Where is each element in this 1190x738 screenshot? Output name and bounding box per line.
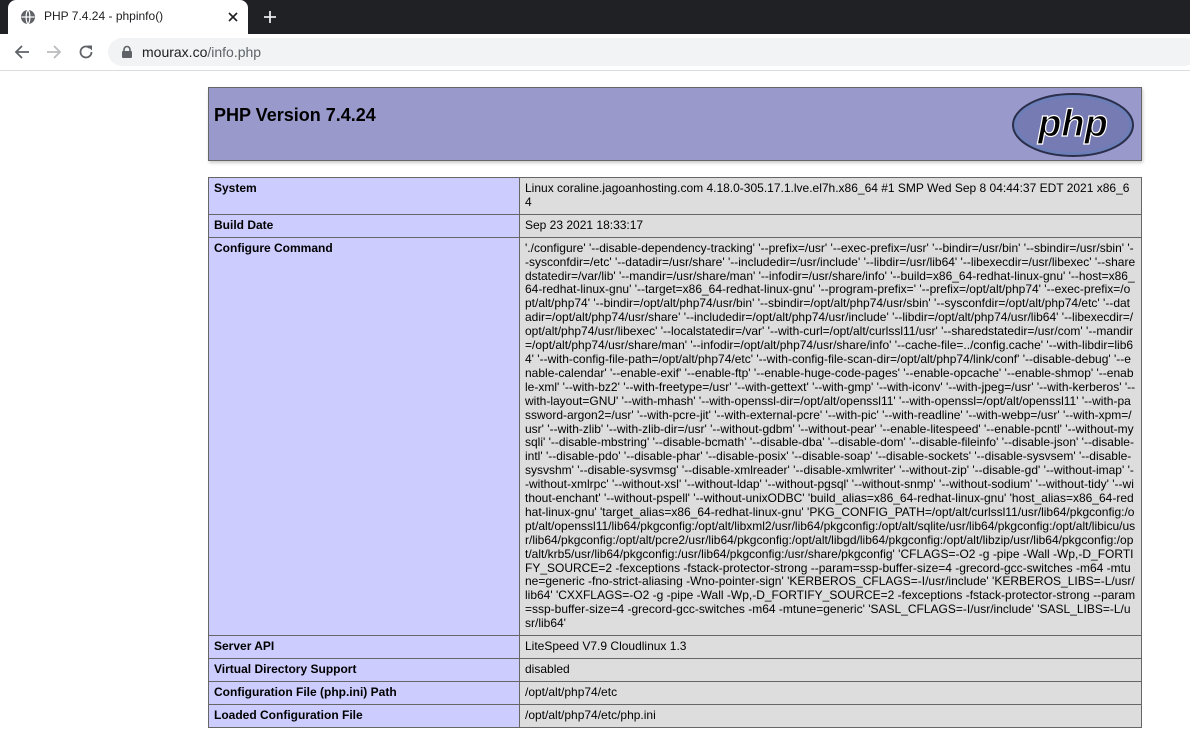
url-text[interactable]: mourax.co/info.php [142, 44, 261, 60]
back-arrow-icon[interactable] [11, 41, 33, 63]
php-logo-text: php [1037, 103, 1108, 145]
globe-icon [20, 9, 36, 25]
row-value: /opt/alt/php74/etc/php.ini [519, 703, 1142, 728]
browser-tab[interactable]: PHP 7.4.24 - phpinfo() [8, 0, 248, 34]
tab-strip: PHP 7.4.24 - phpinfo() [0, 0, 1190, 34]
row-key: Virtual Directory Support [208, 658, 520, 682]
row-value: Linux coraline.jagoanhosting.com 4.18.0-… [519, 177, 1142, 215]
info-table: System Linux coraline.jagoanhosting.com … [208, 177, 1142, 728]
row-key: Build Date [208, 213, 520, 238]
table-row: System Linux coraline.jagoanhosting.com … [208, 177, 1142, 215]
row-key: Configure Command [208, 236, 520, 637]
row-key: Server API [208, 635, 520, 659]
url-domain: mourax.co [142, 44, 208, 60]
url-path: /info.php [207, 44, 262, 60]
table-row: Configuration File (php.ini) Path /opt/a… [208, 680, 1142, 705]
row-key: Configuration File (php.ini) Path [208, 680, 520, 705]
table-row: Loaded Configuration File /opt/alt/php74… [208, 703, 1142, 728]
table-row: Server API LiteSpeed V7.9 Cloudlinux 1.3 [208, 635, 1142, 659]
address-bar[interactable]: mourax.co/info.php [108, 38, 1190, 66]
row-value: Sep 23 2021 18:33:17 [519, 213, 1142, 238]
reload-icon[interactable] [75, 41, 97, 63]
table-row: Virtual Directory Support disabled [208, 658, 1142, 682]
row-value: /opt/alt/php74/etc [519, 680, 1142, 705]
row-value: './configure' '--disable-dependency-trac… [519, 236, 1142, 637]
plus-icon[interactable] [260, 7, 280, 27]
table-row: Configure Command './configure' '--disab… [208, 236, 1142, 637]
forward-arrow-icon[interactable] [43, 41, 65, 63]
page-title: PHP Version 7.4.24 [214, 105, 376, 125]
row-value: LiteSpeed V7.9 Cloudlinux 1.3 [519, 635, 1142, 659]
php-logo[interactable]: php [1011, 92, 1135, 158]
row-key: Loaded Configuration File [208, 703, 520, 728]
close-icon[interactable] [224, 8, 242, 26]
lock-icon[interactable] [120, 45, 134, 59]
table-row: Build Date Sep 23 2021 18:33:17 [208, 213, 1142, 238]
row-value: disabled [519, 658, 1142, 682]
row-key: System [208, 177, 520, 215]
php-version-header: PHP Version 7.4.24 php [208, 87, 1142, 161]
browser-toolbar: mourax.co/info.php [0, 34, 1190, 71]
tab-title: PHP 7.4.24 - phpinfo() [44, 9, 164, 23]
